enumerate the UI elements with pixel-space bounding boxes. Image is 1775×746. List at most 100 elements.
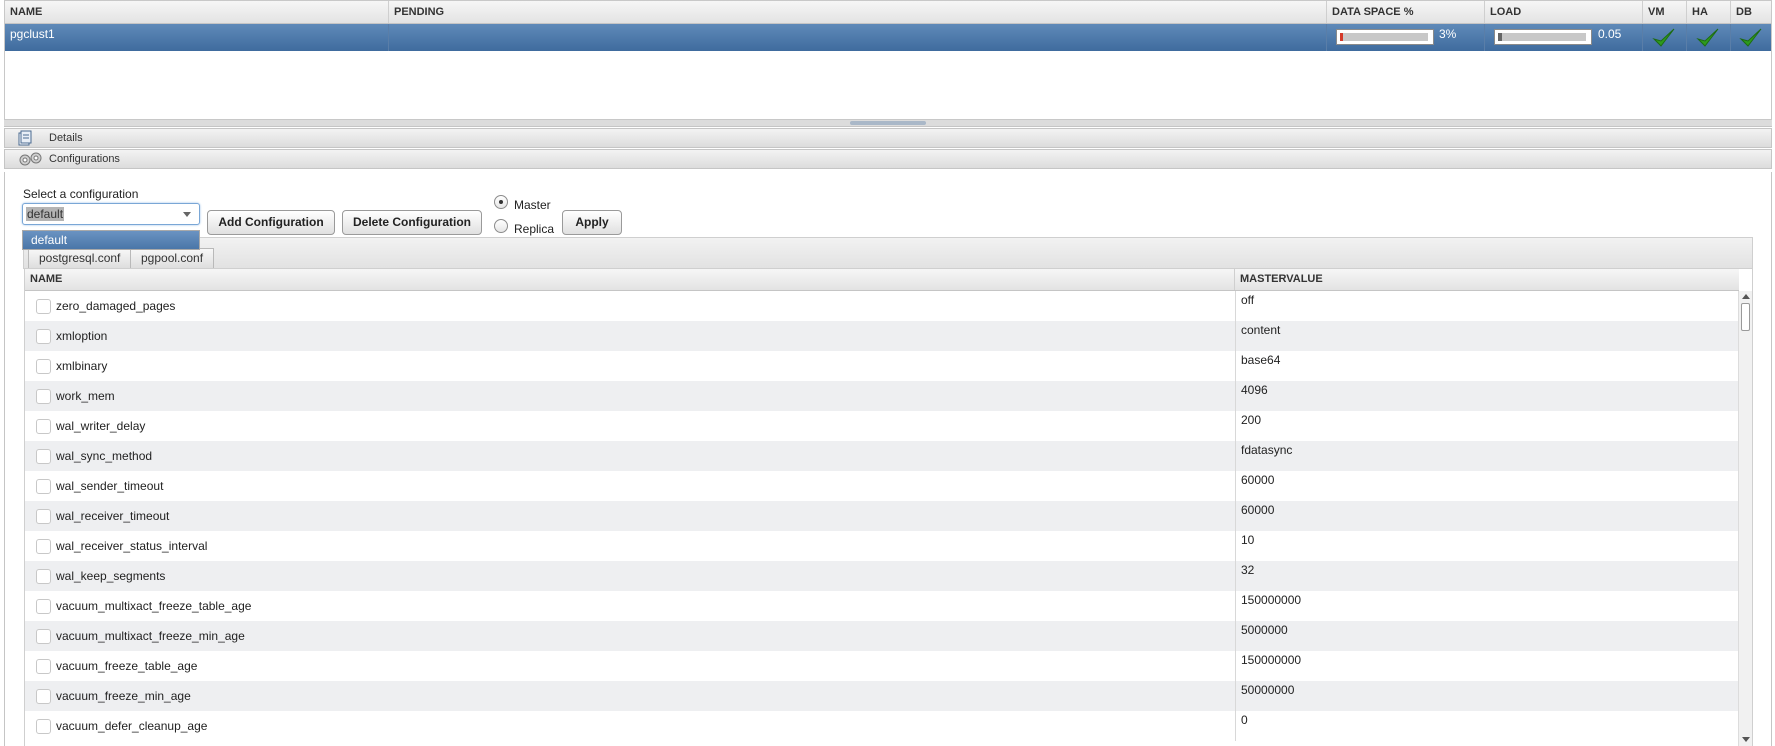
table-row[interactable]: xmloption content — [25, 321, 1739, 351]
column-header-ha[interactable]: HA — [1687, 1, 1731, 23]
cluster-name: pgclust1 — [5, 24, 389, 51]
column-header-db[interactable]: DB — [1731, 1, 1773, 23]
table-row[interactable]: wal_keep_segments 32 — [25, 561, 1739, 591]
param-master-value[interactable]: 32 — [1241, 563, 1254, 577]
panel-splitter[interactable] — [4, 120, 1772, 127]
configuration-select-value: default — [26, 207, 65, 221]
row-checkbox[interactable] — [36, 359, 51, 374]
table-row[interactable]: wal_sync_method fdatasync — [25, 441, 1739, 471]
param-name: zero_damaged_pages — [56, 299, 176, 313]
tab-postgresql-conf[interactable]: postgresql.conf — [28, 248, 132, 268]
delete-configuration-button[interactable]: Delete Configuration — [342, 210, 482, 235]
table-row[interactable]: wal_receiver_timeout 60000 — [25, 501, 1739, 531]
column-header-pending[interactable]: PENDING — [389, 1, 1327, 23]
row-checkbox[interactable] — [36, 329, 51, 344]
table-row[interactable]: zero_damaged_pages off — [25, 291, 1739, 321]
column-header-vm[interactable]: VM — [1643, 1, 1687, 23]
vertical-scrollbar[interactable] — [1738, 291, 1752, 746]
column-header-param-name[interactable]: NAME — [25, 269, 1235, 290]
configuration-option[interactable]: default — [23, 231, 199, 249]
column-divider — [1235, 351, 1236, 381]
table-row[interactable]: vacuum_defer_cleanup_age 0 — [25, 711, 1739, 741]
row-checkbox[interactable] — [36, 419, 51, 434]
param-name: vacuum_defer_cleanup_age — [56, 719, 208, 733]
row-checkbox[interactable] — [36, 509, 51, 524]
scroll-up-icon[interactable] — [1742, 294, 1750, 299]
splitter-grip[interactable] — [850, 121, 926, 125]
row-checkbox[interactable] — [36, 299, 51, 314]
column-header-mastervalue[interactable]: MASTERVALUE — [1235, 269, 1739, 290]
column-divider — [1235, 381, 1236, 411]
radio-replica[interactable] — [494, 219, 508, 233]
param-master-value[interactable]: content — [1241, 323, 1280, 337]
accordion-details[interactable]: Details — [4, 128, 1772, 148]
param-name: wal_receiver_status_interval — [56, 539, 208, 553]
row-checkbox[interactable] — [36, 659, 51, 674]
table-row[interactable]: work_mem 4096 — [25, 381, 1739, 411]
column-header-data-space[interactable]: DATA SPACE % — [1327, 1, 1485, 23]
row-checkbox[interactable] — [36, 689, 51, 704]
scroll-down-icon[interactable] — [1742, 737, 1750, 742]
table-row[interactable]: wal_sender_timeout 60000 — [25, 471, 1739, 501]
table-row[interactable]: vacuum_freeze_table_age 150000000 — [25, 651, 1739, 681]
load-cell: 0.05 — [1485, 24, 1643, 51]
configuration-select[interactable]: default — [22, 203, 200, 225]
table-row[interactable]: wal_writer_delay 200 — [25, 411, 1739, 441]
param-master-value[interactable]: base64 — [1241, 353, 1280, 367]
load-value: 0.05 — [1598, 27, 1622, 41]
param-name: xmloption — [56, 329, 108, 343]
param-master-value[interactable]: 60000 — [1241, 473, 1274, 487]
add-configuration-button[interactable]: Add Configuration — [207, 210, 335, 235]
radio-master[interactable] — [494, 195, 508, 209]
column-header-load[interactable]: LOAD — [1485, 1, 1643, 23]
table-row[interactable]: vacuum_multixact_freeze_min_age 5000000 — [25, 621, 1739, 651]
row-checkbox[interactable] — [36, 389, 51, 404]
table-row[interactable]: vacuum_multixact_freeze_table_age 1500000… — [25, 591, 1739, 621]
cluster-grid-header: NAME PENDING DATA SPACE % LOAD VM HA DB — [5, 1, 1771, 24]
ha-status-cell — [1687, 24, 1731, 51]
param-master-value[interactable]: 4096 — [1241, 383, 1268, 397]
gears-icon — [19, 152, 42, 166]
param-master-value[interactable]: 50000000 — [1241, 683, 1294, 697]
param-master-value[interactable]: 150000000 — [1241, 653, 1301, 667]
param-master-value[interactable]: 0 — [1241, 713, 1248, 727]
column-divider — [1235, 561, 1236, 591]
param-name: work_mem — [56, 389, 115, 403]
row-checkbox[interactable] — [36, 449, 51, 464]
row-checkbox[interactable] — [36, 539, 51, 554]
param-master-value[interactable]: 5000000 — [1241, 623, 1288, 637]
details-icon — [18, 130, 32, 146]
param-master-value[interactable]: off — [1241, 293, 1254, 307]
row-checkbox[interactable] — [36, 629, 51, 644]
table-row[interactable]: xmlbinary base64 — [25, 351, 1739, 381]
param-master-value[interactable]: 150000000 — [1241, 593, 1301, 607]
column-divider — [1235, 501, 1236, 531]
radio-replica-label: Replica — [514, 222, 555, 236]
param-master-value[interactable]: 10 — [1241, 533, 1254, 547]
column-divider — [1235, 441, 1236, 471]
param-master-value[interactable]: fdatasync — [1241, 443, 1292, 457]
tab-pgpool-conf[interactable]: pgpool.conf — [130, 248, 215, 268]
db-status-cell — [1731, 24, 1773, 51]
row-checkbox[interactable] — [36, 599, 51, 614]
column-divider — [1235, 531, 1236, 561]
param-name: wal_receiver_timeout — [56, 509, 170, 523]
table-row[interactable]: wal_receiver_status_interval 10 — [25, 531, 1739, 561]
data-space-percent: 3% — [1439, 27, 1457, 41]
column-header-name[interactable]: NAME — [5, 1, 389, 23]
row-checkbox[interactable] — [36, 719, 51, 734]
accordion-configurations[interactable]: Configurations — [4, 149, 1772, 169]
row-checkbox[interactable] — [36, 479, 51, 494]
apply-button[interactable]: Apply — [562, 210, 622, 235]
table-row[interactable]: vacuum_freeze_min_age 50000000 — [25, 681, 1739, 711]
param-name: wal_sync_method — [56, 449, 153, 463]
chevron-down-icon[interactable] — [183, 212, 191, 217]
param-master-value[interactable]: 60000 — [1241, 503, 1274, 517]
param-master-value[interactable]: 200 — [1241, 413, 1261, 427]
param-name: vacuum_multixact_freeze_table_age — [56, 599, 252, 613]
row-checkbox[interactable] — [36, 569, 51, 584]
config-file-tabstrip — [23, 237, 1753, 269]
cluster-row-selected[interactable]: pgclust1 3% 0.05 — [5, 24, 1771, 51]
scrollbar-thumb[interactable] — [1741, 303, 1750, 331]
param-name: wal_writer_delay — [56, 419, 146, 433]
